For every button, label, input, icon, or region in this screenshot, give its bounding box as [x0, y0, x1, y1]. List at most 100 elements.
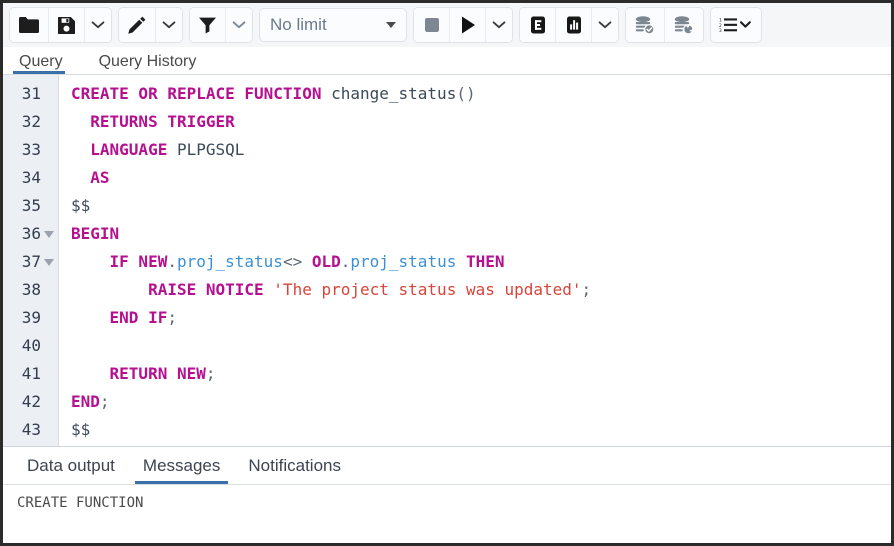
- line-number: 35: [21, 196, 41, 215]
- line-number: 40: [21, 336, 41, 355]
- bar-chart-icon: [566, 16, 581, 34]
- tab-query[interactable]: Query: [13, 54, 79, 74]
- filter-button[interactable]: [190, 8, 226, 42]
- code-token-kw: RAISE NOTICE: [148, 280, 274, 299]
- code-token-pun: ;: [99, 392, 110, 411]
- chevron-down-icon: [162, 21, 176, 29]
- tab-notifications[interactable]: Notifications: [238, 447, 351, 484]
- code-line: END;: [71, 388, 891, 416]
- funnel-icon: [199, 17, 216, 34]
- code-token-kw: RETURN NEW: [109, 364, 206, 383]
- edit-button[interactable]: [119, 8, 156, 42]
- gutter-line-number: 35: [3, 192, 58, 220]
- code-token-id: change_status: [331, 84, 457, 103]
- fold-arrow-icon[interactable]: [44, 258, 54, 266]
- filter-dropdown-button[interactable]: [226, 8, 252, 42]
- code-token-str: 'The project status was updated': [273, 280, 582, 299]
- svg-text:3: 3: [719, 28, 722, 34]
- stop-button[interactable]: [414, 8, 450, 42]
- chevron-down-icon: [91, 21, 105, 29]
- gutter-line-number: 40: [3, 332, 58, 360]
- code-line: $$: [71, 416, 891, 444]
- tab-messages[interactable]: Messages: [133, 447, 230, 484]
- line-number: 38: [21, 280, 41, 299]
- code-token-pun: (): [456, 84, 476, 103]
- line-number-gutter: 31 32 33 34 35 36 37 38 39 40 41 42 43: [3, 75, 59, 446]
- macros-button-group: 1 2 3: [710, 7, 762, 43]
- play-triangle-icon: [461, 16, 475, 34]
- chevron-down-icon: [492, 21, 506, 29]
- code-token-kw: RETURNS TRIGGER: [90, 112, 235, 131]
- pencil-icon: [128, 16, 146, 34]
- open-file-button[interactable]: [10, 8, 49, 42]
- tab-query-history[interactable]: Query History: [93, 54, 213, 74]
- rollback-button[interactable]: [665, 8, 703, 42]
- execute-dropdown-button[interactable]: [486, 8, 512, 42]
- code-line: RETURN NEW;: [71, 360, 891, 388]
- code-token-kw: AS: [90, 168, 110, 187]
- save-dropdown-button[interactable]: [85, 8, 111, 42]
- code-token-kw: LANGUAGE: [90, 140, 177, 159]
- fold-arrow-icon[interactable]: [44, 230, 54, 238]
- explain-dropdown-button[interactable]: [592, 8, 618, 42]
- code-line: AS: [71, 164, 891, 192]
- code-line: BEGIN: [71, 220, 891, 248]
- sql-editor[interactable]: 31 32 33 34 35 36 37 38 39 40 41 42 43 CREATE OR REP…: [3, 75, 891, 446]
- output-tabstrip: Data output Messages Notifications: [3, 447, 891, 485]
- line-number: 42: [21, 392, 41, 411]
- tab-query-history-label: Query History: [98, 53, 197, 70]
- tab-data-output[interactable]: Data output: [17, 447, 125, 484]
- database-rollback-icon: [674, 16, 695, 35]
- code-token-plain: $$: [71, 420, 91, 439]
- line-number: 36: [21, 224, 41, 243]
- execute-button[interactable]: [450, 8, 486, 42]
- sql-code-area[interactable]: CREATE OR REPLACE FUNCTION change_status…: [59, 75, 891, 446]
- code-line: RAISE NOTICE 'The project status was upd…: [71, 276, 891, 304]
- save-file-button[interactable]: [49, 8, 85, 42]
- line-number: 43: [21, 420, 41, 439]
- code-token-kw: THEN: [456, 252, 505, 271]
- code-line: END IF;: [71, 304, 891, 332]
- chevron-down-icon: [598, 21, 612, 29]
- database-check-icon: [635, 16, 655, 35]
- explain-analyze-button[interactable]: [556, 8, 592, 42]
- code-token-kw: BEGIN: [71, 224, 120, 243]
- line-number: 33: [21, 140, 41, 159]
- transaction-button-group: [625, 7, 704, 43]
- code-token-pun: .: [340, 252, 351, 271]
- gutter-line-number: 32: [3, 108, 58, 136]
- row-limit-label: No limit: [270, 15, 327, 34]
- edit-dropdown-button[interactable]: [156, 8, 182, 42]
- row-limit-select[interactable]: No limit: [259, 8, 407, 42]
- line-number: 37: [21, 252, 41, 271]
- macros-button[interactable]: 1 2 3: [711, 8, 761, 42]
- file-button-group: [9, 7, 112, 43]
- output-panel: Data output Messages Notifications CREAT…: [3, 446, 891, 543]
- tab-data-output-label: Data output: [27, 455, 115, 475]
- chevron-down-icon: [232, 21, 246, 29]
- code-line: RETURNS TRIGGER: [71, 108, 891, 136]
- numbered-list-chevron-icon: 1 2 3: [719, 17, 751, 34]
- code-line: LANGUAGE PLPGSQL: [71, 136, 891, 164]
- execute-button-group: [413, 7, 513, 43]
- explain-button[interactable]: [520, 8, 556, 42]
- stop-square-icon: [424, 18, 439, 32]
- gutter-line-number: 36: [3, 220, 58, 248]
- line-number: 31: [21, 84, 41, 103]
- line-number: 41: [21, 364, 41, 383]
- code-token-kw: IF NEW: [109, 252, 168, 271]
- explain-e-icon: [530, 16, 545, 34]
- tab-query-label: Query: [19, 53, 63, 70]
- gutter-line-number: 34: [3, 164, 58, 192]
- folder-icon: [19, 17, 39, 33]
- code-token-pun: .: [167, 252, 177, 271]
- commit-button[interactable]: [626, 8, 665, 42]
- edit-button-group: [118, 7, 183, 43]
- code-line: CREATE OR REPLACE FUNCTION change_status…: [71, 80, 891, 108]
